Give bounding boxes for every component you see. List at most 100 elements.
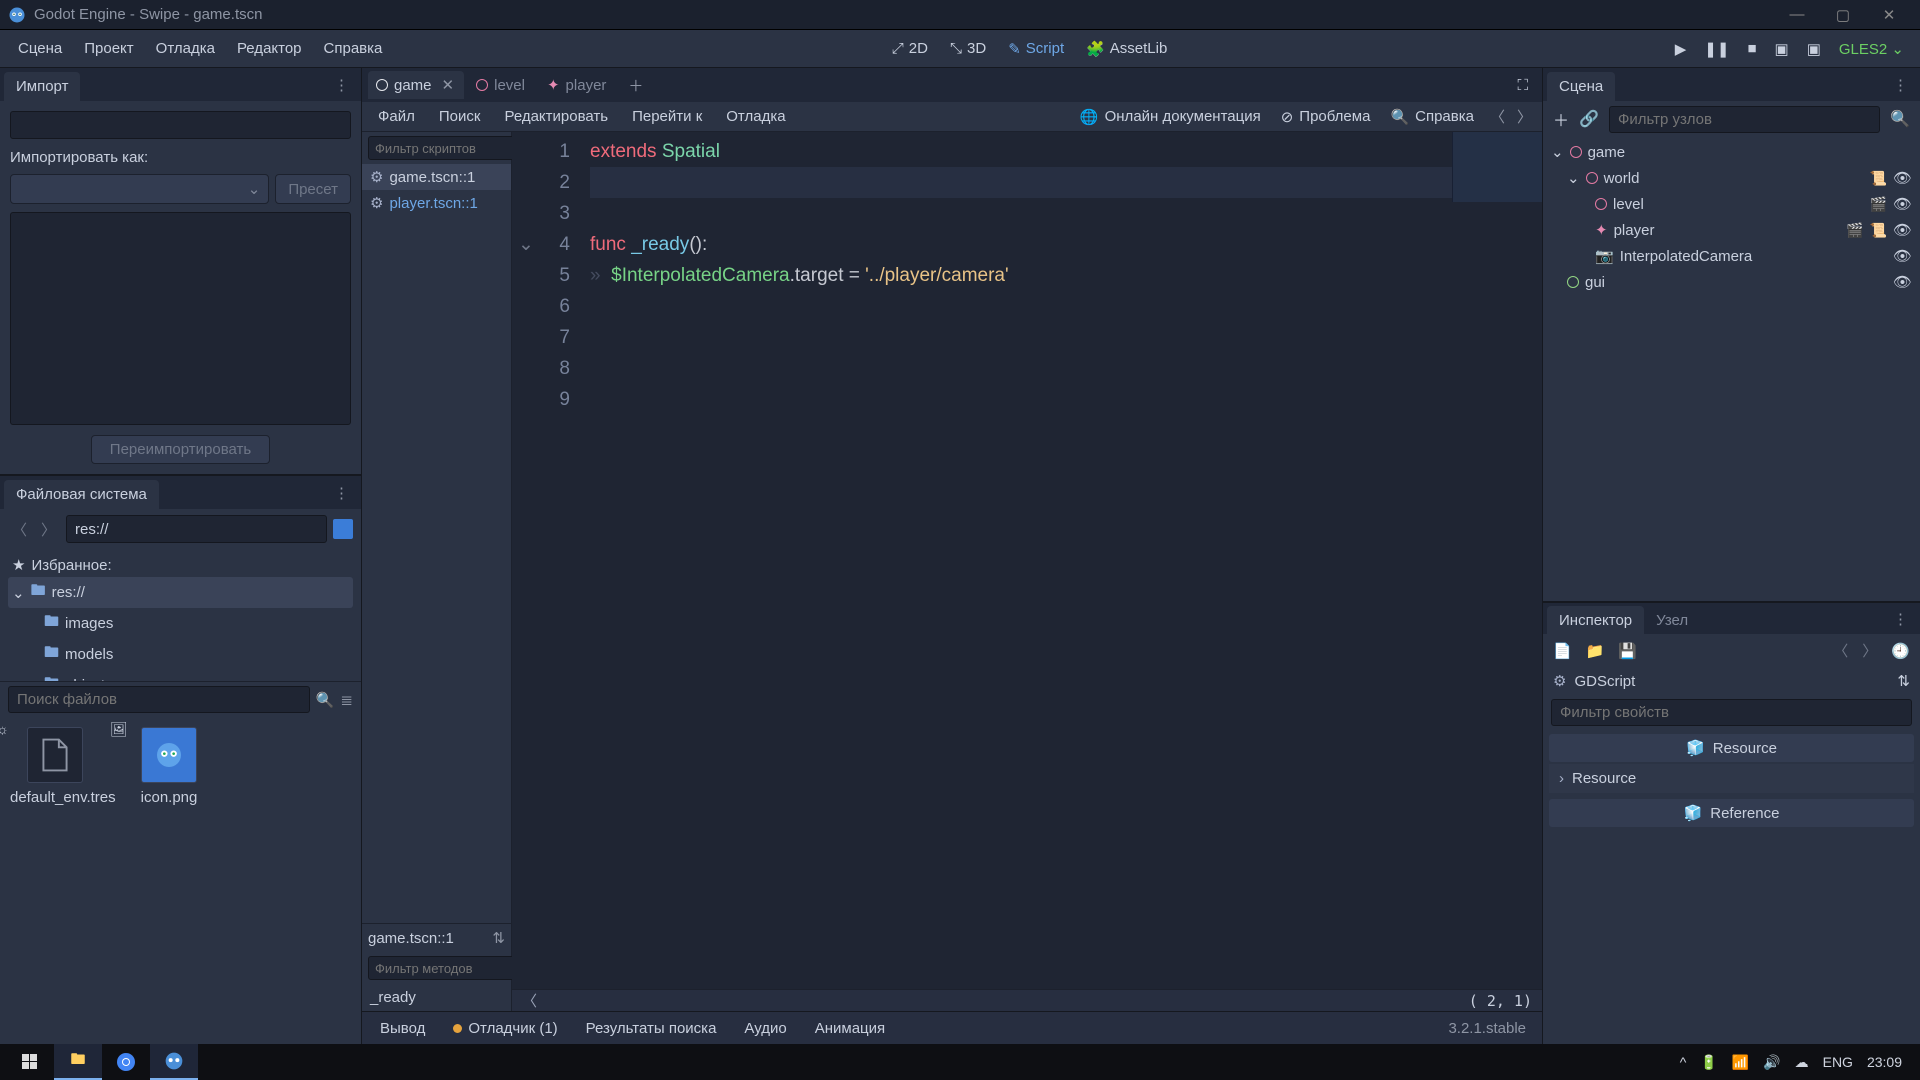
play-custom-scene-button[interactable]: ▣: [1799, 34, 1829, 64]
import-tab[interactable]: Импорт: [4, 72, 80, 101]
bottom-tab-search[interactable]: Результаты поиска: [576, 1015, 727, 1042]
script-menu-file[interactable]: Файл: [368, 104, 425, 129]
bottom-tab-output[interactable]: Вывод: [370, 1015, 435, 1042]
inspector-settings-icon[interactable]: ⇅: [1897, 672, 1910, 690]
script-menu-edit[interactable]: Редактировать: [494, 104, 618, 129]
visibility-icon[interactable]: 👁: [1893, 169, 1912, 187]
inspector-open-icon[interactable]: 📁: [1586, 642, 1605, 660]
link-scene-button[interactable]: 🔗: [1579, 109, 1599, 129]
inspector-section-resource[interactable]: 🧊Resource: [1549, 734, 1914, 762]
script-attached-icon[interactable]: 📜: [1870, 222, 1887, 239]
pause-button[interactable]: ❚❚: [1696, 34, 1737, 64]
filesystem-panel-menu[interactable]: ⋮: [326, 484, 357, 502]
fs-filter-button[interactable]: ≣: [340, 691, 353, 709]
fs-search-input[interactable]: [8, 686, 310, 713]
scene-node-gui[interactable]: gui👁: [1549, 269, 1914, 295]
script-nav-forward[interactable]: 〉: [1513, 104, 1536, 129]
script-menu-goto[interactable]: Перейти к: [622, 104, 712, 129]
inspector-back[interactable]: 〈: [1833, 640, 1848, 661]
script-menu-search[interactable]: Поиск: [429, 104, 491, 129]
stop-button[interactable]: ■: [1739, 34, 1764, 63]
close-tab-icon[interactable]: ✕: [442, 76, 455, 94]
fs-file-default-env[interactable]: ☼ default_env.tres: [10, 727, 100, 1034]
visibility-icon[interactable]: 👁: [1893, 247, 1912, 265]
hscroll-left[interactable]: 〈: [522, 990, 537, 1011]
search-icon[interactable]: 🔍: [316, 691, 335, 709]
add-scene-tab[interactable]: ＋: [620, 75, 651, 96]
bottom-tab-animation[interactable]: Анимация: [805, 1015, 895, 1042]
scene-node-level[interactable]: level🎬👁: [1549, 191, 1914, 217]
wifi-icon[interactable]: 📶: [1732, 1054, 1749, 1071]
scene-node-player[interactable]: ✦player🎬📜👁: [1549, 217, 1914, 243]
inspector-save-icon[interactable]: 💾: [1618, 642, 1637, 660]
scene-instance-icon[interactable]: 🎬: [1846, 222, 1863, 239]
battery-icon[interactable]: 🔋: [1700, 1054, 1717, 1071]
inspector-tab[interactable]: Инспектор: [1547, 606, 1644, 635]
scene-tab-level[interactable]: level: [468, 72, 535, 99]
import-panel-menu[interactable]: ⋮: [326, 76, 357, 94]
online-docs-link[interactable]: 🌐Онлайн документация: [1072, 104, 1269, 130]
maximize-button[interactable]: ▢: [1820, 0, 1866, 30]
scene-tab-player[interactable]: ✦player: [539, 71, 616, 99]
close-button[interactable]: ✕: [1866, 0, 1912, 30]
method-item-ready[interactable]: _ready: [362, 984, 511, 1011]
search-help-link[interactable]: 🔍Справка: [1382, 104, 1482, 130]
play-button[interactable]: ▶: [1667, 34, 1695, 64]
reimport-button[interactable]: Переимпортировать: [91, 435, 270, 464]
menu-project[interactable]: Проект: [74, 34, 143, 63]
inspector-forward[interactable]: 〉: [1862, 640, 1877, 661]
distraction-free-button[interactable]: ⛶: [1509, 77, 1536, 94]
mode-script[interactable]: ✎Script: [998, 36, 1074, 62]
fs-folder-objects[interactable]: 🖿objects: [8, 670, 353, 681]
code-minimap[interactable]: [1452, 132, 1542, 202]
scene-node-world[interactable]: ⌄world📜👁: [1549, 165, 1914, 191]
script-attached-icon[interactable]: 📜: [1870, 170, 1887, 187]
taskbar-godot[interactable]: [150, 1044, 198, 1080]
taskbar-chrome[interactable]: [102, 1044, 150, 1080]
scene-tab-game[interactable]: game✕: [368, 71, 464, 99]
inspector-row-resource[interactable]: ›Resource: [1549, 764, 1914, 793]
scene-instance-icon[interactable]: 🎬: [1870, 196, 1887, 213]
fs-file-icon[interactable]: 🖼 icon.png: [124, 727, 214, 1034]
scene-node-game[interactable]: ⌄game: [1549, 139, 1914, 165]
fs-folder-models[interactable]: 🖿models: [8, 639, 353, 670]
report-issue-link[interactable]: ⊘Проблема: [1273, 104, 1379, 130]
menu-debug[interactable]: Отладка: [146, 34, 225, 63]
fs-layout-toggle[interactable]: [333, 519, 353, 539]
mode-2d[interactable]: ⤢2D: [882, 36, 938, 61]
language-indicator[interactable]: ENG: [1823, 1054, 1853, 1070]
script-item-game[interactable]: ⚙game.tscn::1: [362, 164, 511, 190]
code-content[interactable]: extends Spatial func _ready(): » $Interp…: [584, 136, 1542, 989]
menu-scene[interactable]: Сцена: [8, 34, 72, 63]
mode-assetlib[interactable]: 🧩AssetLib: [1076, 36, 1177, 62]
scene-panel-tab[interactable]: Сцена: [1547, 72, 1615, 101]
inspector-filter-input[interactable]: [1551, 699, 1912, 726]
filesystem-tab[interactable]: Файловая система: [4, 480, 159, 509]
path-sort-toggle[interactable]: ⇅: [492, 929, 505, 947]
cloud-icon[interactable]: ☁: [1795, 1054, 1809, 1071]
menu-editor[interactable]: Редактор: [227, 34, 312, 63]
visibility-icon[interactable]: 👁: [1893, 221, 1912, 239]
menu-help[interactable]: Справка: [314, 34, 393, 63]
mode-3d[interactable]: ⤡3D: [940, 36, 996, 61]
scene-filter-input[interactable]: [1609, 106, 1880, 133]
fs-nav-forward[interactable]: 〉: [37, 517, 60, 542]
scene-node-camera[interactable]: 📷InterpolatedCamera👁: [1549, 243, 1914, 269]
start-button[interactable]: [6, 1044, 54, 1080]
renderer-dropdown[interactable]: GLES2 ⌄: [1831, 36, 1912, 62]
tray-expand-icon[interactable]: ^: [1680, 1054, 1687, 1070]
fs-favorites[interactable]: ★Избранное:: [8, 553, 353, 577]
node-tab[interactable]: Узел: [1644, 606, 1700, 635]
inspector-panel-menu[interactable]: ⋮: [1885, 610, 1916, 628]
visibility-icon[interactable]: 👁: [1893, 273, 1912, 291]
fs-root[interactable]: ⌄🖿res://: [8, 577, 353, 608]
fs-nav-back[interactable]: 〈: [8, 517, 31, 542]
inspector-new-icon[interactable]: 📄: [1553, 642, 1572, 660]
inspector-section-reference[interactable]: 🧊Reference: [1549, 799, 1914, 827]
fs-path-input[interactable]: [66, 515, 327, 543]
play-scene-button[interactable]: ▣: [1767, 34, 1797, 64]
clock[interactable]: 23:09: [1867, 1054, 1902, 1070]
scene-panel-menu[interactable]: ⋮: [1885, 76, 1916, 94]
bottom-tab-debugger[interactable]: Отладчик (1): [443, 1015, 567, 1042]
import-type-dropdown[interactable]: ⌄: [10, 174, 269, 204]
